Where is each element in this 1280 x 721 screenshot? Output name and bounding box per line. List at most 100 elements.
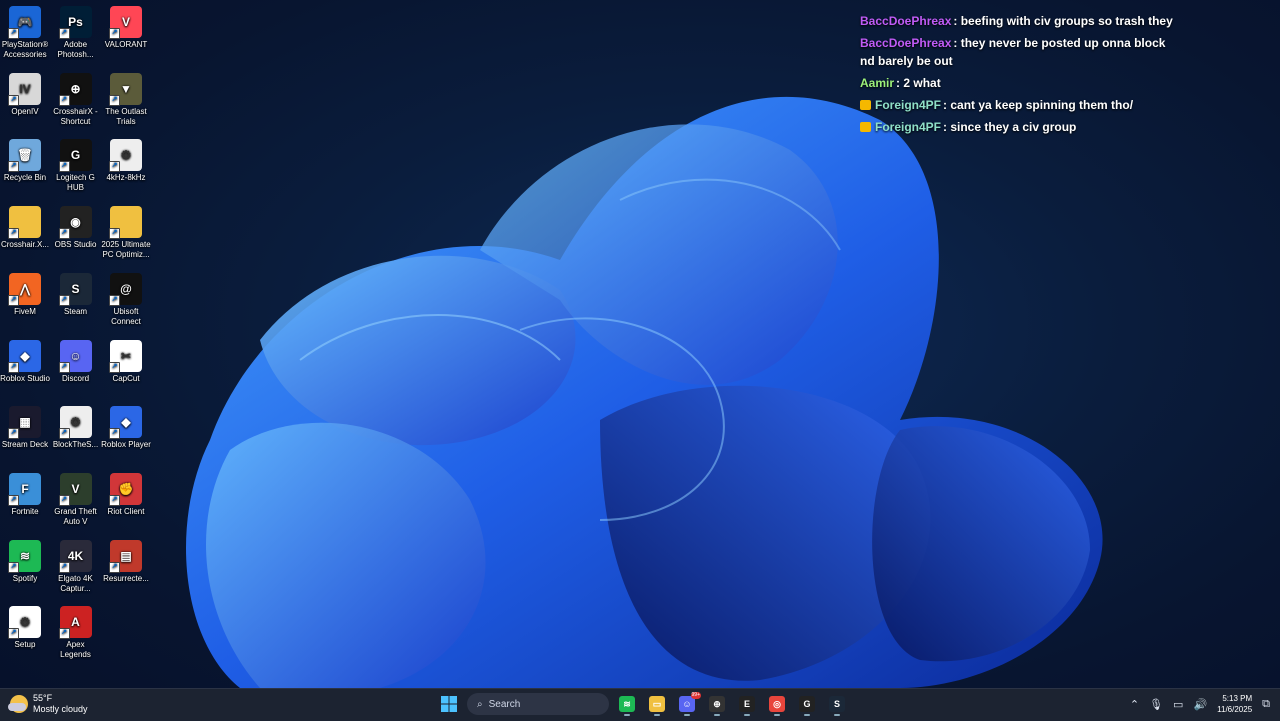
- app-icon: ⚙ ↗: [58, 406, 92, 440]
- app-icon: ◆ ↗: [109, 406, 142, 440]
- desktop-icon[interactable]: Ps ↗ Adobe Photosh...: [51, 6, 101, 60]
- system-tray: ⌃ 🎙 ▭ 🔊 5:13 PM 11/6/2025 ⧉: [1130, 693, 1270, 715]
- running-indicator: [774, 714, 780, 716]
- chat-message: Aamir: 2 what: [860, 74, 1180, 92]
- chrome-taskbar-icon: ◎: [769, 696, 785, 712]
- desktop-icon-label: CapCut: [112, 373, 140, 383]
- weather-widget[interactable]: 55°F Mostly cloudy: [8, 693, 88, 715]
- app-icon: G ↗: [58, 139, 92, 173]
- desktop-icon[interactable]: ☺ ↗ Discord: [51, 339, 101, 384]
- volume-icon[interactable]: 🔊: [1193, 698, 1207, 711]
- desktop-icon-label: Roblox Player: [101, 440, 151, 450]
- taskbar-search[interactable]: ⌕ Search: [467, 693, 609, 715]
- desktop-icon[interactable]: ≋ ↗ Spotify: [0, 539, 50, 584]
- desktop-icon[interactable]: 4K ↗ Elgato 4K Captur...: [51, 539, 101, 594]
- shortcut-arrow-icon: ↗: [58, 94, 70, 106]
- desktop-icon-label: 2025 Ultimate PC Optimiz...: [101, 240, 151, 260]
- app-icon: ▦ ↗: [8, 406, 41, 440]
- app-icon: 4K ↗: [58, 539, 92, 573]
- clock-time: 5:13 PM: [1222, 694, 1253, 703]
- desktop-icon[interactable]: ▤ ↗ Resurrecte...: [101, 539, 151, 584]
- shortcut-arrow-icon: ↗: [58, 428, 70, 440]
- desktop-icon-label: Recycle Bin: [3, 173, 47, 183]
- app-icon: A ↗: [58, 606, 92, 640]
- shortcut-arrow-icon: ↗: [58, 28, 70, 39]
- clock[interactable]: 5:13 PM 11/6/2025: [1217, 693, 1252, 715]
- desktop-icon-label: PlayStation® Accessories: [1, 40, 49, 59]
- notification-icon[interactable]: ⧉: [1262, 698, 1270, 711]
- desktop-icon[interactable]: ⚙ ↗ Setup: [0, 606, 50, 650]
- taskbar-app-button[interactable]: ≋: [615, 692, 639, 716]
- chat-message: BaccDoePhreax: beefing with civ groups s…: [860, 12, 1180, 30]
- desktop-icon[interactable]: ↗ Crosshair.X...: [0, 206, 50, 250]
- app-icon: 🎮 ↗: [8, 6, 41, 39]
- chat-username: Aamir: [860, 76, 895, 90]
- crosshairx-taskbar-icon: ⊕: [709, 696, 725, 712]
- desktop-icon[interactable]: ◆ ↗ Roblox Player: [101, 406, 151, 450]
- weather-description: Mostly cloudy: [33, 704, 88, 714]
- app-icon: F ↗: [8, 472, 41, 506]
- desktop-icon[interactable]: ▦ ↗ Stream Deck: [0, 406, 50, 450]
- desktop-icon[interactable]: 🎮 ↗ PlayStation® Accessories: [0, 6, 50, 60]
- taskbar-app-button[interactable]: ◎: [765, 692, 789, 716]
- taskbar-app-button[interactable]: G: [795, 692, 819, 716]
- desktop-icon[interactable]: ▼ ↗ The Outlast Trials: [101, 72, 151, 127]
- shortcut-arrow-icon: ↗: [109, 228, 120, 240]
- taskbar-app-button[interactable]: ☺ 99+: [675, 692, 701, 716]
- desktop-icon[interactable]: G ↗ Logitech G HUB: [51, 139, 101, 193]
- shortcut-arrow-icon: ↗: [8, 28, 19, 39]
- chat-text: : 2 what: [896, 76, 941, 90]
- chat-overlay: BaccDoePhreax: beefing with civ groups s…: [860, 12, 1180, 140]
- desktop-icon[interactable]: A ↗ Apex Legends: [51, 606, 101, 660]
- desktop-icon[interactable]: S ↗ Steam: [51, 272, 101, 317]
- shortcut-arrow-icon: ↗: [109, 561, 120, 573]
- chat-username: BaccDoePhreax: [860, 14, 952, 28]
- desktop-icon[interactable]: ⚙ ↗ 4kHz-8kHz: [101, 139, 151, 183]
- chat-message: Foreign4PF: cant ya keep spinning them t…: [860, 96, 1180, 114]
- desktop-icon[interactable]: F ↗ Fortnite: [0, 472, 50, 517]
- desktop-icon-label: Ubisoft Connect: [111, 306, 141, 326]
- desktop-icon[interactable]: ⚙ ↗ BlockTheS...: [51, 406, 101, 450]
- shortcut-arrow-icon: ↗: [58, 294, 70, 306]
- desktop-icon-label: Crosshair.X...: [0, 240, 49, 250]
- chat-message: Foreign4PF: since they a civ group: [860, 118, 1180, 136]
- desktop-icon[interactable]: 🗑 ↗ Recycle Bin: [0, 139, 50, 183]
- desktop-icon[interactable]: ↗ 2025 Ultimate PC Optimiz...: [101, 206, 151, 260]
- app-icon: V ↗: [109, 6, 142, 39]
- desktop-icon[interactable]: ✊ ↗ Riot Client: [101, 472, 151, 517]
- app-icon: ◉ ↗: [58, 206, 92, 240]
- running-indicator: [744, 714, 750, 716]
- taskbar-app-button[interactable]: ⊕: [705, 692, 729, 716]
- desktop-icon[interactable]: @ ↗ Ubisoft Connect: [101, 272, 151, 327]
- chevron-up-icon[interactable]: ⌃: [1130, 698, 1139, 711]
- taskbar-app-button[interactable]: E: [735, 692, 759, 716]
- desktop-icon[interactable]: ◉ ↗ OBS Studio: [51, 206, 101, 250]
- app-icon: ⚙ ↗: [109, 139, 142, 173]
- taskbar-center: ⌕ Search ≋ ▭ ☺ 99+ ⊕ E ◎ G S: [437, 692, 849, 716]
- app-icon: S ↗: [58, 272, 92, 306]
- desktop-icon[interactable]: ⊕ ↗ CrosshairX - Shortcut: [51, 72, 101, 127]
- microphone-icon[interactable]: 🎙: [1149, 698, 1163, 711]
- taskbar-app-button[interactable]: S: [825, 692, 849, 716]
- running-indicator: [804, 714, 810, 716]
- desktop-icon[interactable]: V ↗ VALORANT: [101, 6, 151, 50]
- shortcut-arrow-icon: ↗: [58, 361, 70, 373]
- desktop-icon[interactable]: ⋀ ↗ FiveM: [0, 272, 50, 317]
- desktop-icon-label: Logitech G HUB: [56, 173, 95, 193]
- spotify-taskbar-icon: ≋: [619, 696, 635, 712]
- desktop-icon[interactable]: V ↗ Grand Theft Auto V: [51, 472, 101, 527]
- app-icon: ⋀ ↗: [8, 272, 41, 306]
- desktop-icon-label: Spotify: [12, 573, 38, 583]
- app-icon: ⚙ ↗: [8, 606, 41, 640]
- shortcut-arrow-icon: ↗: [58, 161, 70, 173]
- desktop-icon[interactable]: ◆ ↗ Roblox Studio: [0, 339, 50, 384]
- desktop-icon[interactable]: ✂ ↗ CapCut: [101, 339, 151, 384]
- chat-message: BaccDoePhreax: they never be posted up o…: [860, 34, 1180, 70]
- desktop-icon[interactable]: IV ↗ OpenIV: [0, 72, 50, 117]
- shortcut-arrow-icon: ↗: [8, 294, 19, 306]
- network-icon[interactable]: ▭: [1173, 698, 1183, 711]
- desktop-icon-label: Steam: [63, 306, 88, 316]
- start-button[interactable]: [437, 692, 461, 716]
- shortcut-arrow-icon: ↗: [58, 628, 70, 640]
- taskbar-app-button[interactable]: ▭: [645, 692, 669, 716]
